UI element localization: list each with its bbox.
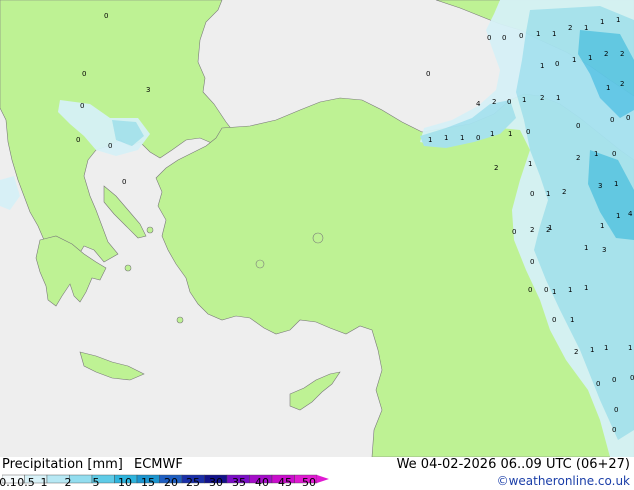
precip-point-value: 2 xyxy=(568,24,572,32)
precip-point-value: 0 xyxy=(630,374,634,382)
precip-point-value: 2 xyxy=(540,94,544,102)
scale-label: 30 xyxy=(209,476,223,489)
precip-point-value: 0 xyxy=(512,228,516,236)
precip-point-value: 1 xyxy=(460,134,464,142)
precip-point-value: 1 xyxy=(540,62,544,70)
precip-point-value: 0 xyxy=(626,114,630,122)
precip-point-value: 1 xyxy=(522,96,526,104)
precip-point-value: 0 xyxy=(80,102,84,110)
precip-point-value: 1 xyxy=(536,30,540,38)
precip-point-value: 2 xyxy=(620,80,624,88)
precip-point-value: 0 xyxy=(544,286,548,294)
precip-point-value: 0 xyxy=(502,34,506,42)
precip-point-value: 1 xyxy=(628,344,632,352)
precip-point-value: 0 xyxy=(476,134,480,142)
precip-point-value: 0 xyxy=(528,286,532,294)
precip-point-value: 1 xyxy=(546,190,550,198)
precip-point-value: 2 xyxy=(574,348,578,356)
precip-point-value: 1 xyxy=(570,316,574,324)
precip-point-value: 0 xyxy=(122,178,126,186)
precip-point-value: 2 xyxy=(530,226,534,234)
land-island xyxy=(255,259,265,269)
precip-point-value: 0 xyxy=(596,380,600,388)
precip-point-value: 3 xyxy=(598,182,602,190)
precip-point-value: 1 xyxy=(552,30,556,38)
precip-point-value: 2 xyxy=(546,226,550,234)
precip-point-value: 1 xyxy=(568,286,572,294)
precip-point-value: 1 xyxy=(444,134,448,142)
precip-point-value: 1 xyxy=(490,130,494,138)
precip-point-value: 0 xyxy=(487,34,491,42)
precip-point-value: 0 xyxy=(576,122,580,130)
precip-point-value: 4 xyxy=(628,210,633,218)
precip-point-value: 1 xyxy=(614,180,618,188)
land-island xyxy=(176,316,184,324)
precip-point-value: 0 xyxy=(614,406,618,414)
precip-point-value: 1 xyxy=(590,346,594,354)
scale-label: 0.5 xyxy=(17,476,35,489)
precip-point-value: 0 xyxy=(530,190,534,198)
precip-point-value: 1 xyxy=(556,94,560,102)
precip-point-value: 1 xyxy=(604,344,608,352)
land-island xyxy=(312,232,324,244)
precip-point-value: 2 xyxy=(620,50,624,58)
scale-label: 45 xyxy=(278,476,292,489)
scale-label: 25 xyxy=(186,476,200,489)
precip-point-value: 0 xyxy=(426,70,430,78)
scale-label: 50 xyxy=(302,476,316,489)
precip-point-value: 1 xyxy=(584,284,588,292)
precip-point-value: 3 xyxy=(602,246,606,254)
precip-point-value: 1 xyxy=(594,150,598,158)
precip-point-value: 2 xyxy=(562,188,566,196)
land-island xyxy=(146,226,154,234)
precip-point-value: 1 xyxy=(572,56,576,64)
precip-point-value: 4 xyxy=(476,100,481,108)
precip-point-value: 1 xyxy=(600,222,604,230)
footer: Precipitation [mm] ECMWF We 04-02-2026 0… xyxy=(0,457,634,490)
precip-point-value: 2 xyxy=(576,154,580,162)
scale-label: 5 xyxy=(92,476,100,489)
precip-point-value: 2 xyxy=(492,98,496,106)
precip-point-value: 1 xyxy=(616,212,620,220)
land-island xyxy=(124,264,132,272)
precip-point-value: 1 xyxy=(428,136,432,144)
precip-point-value: 0 xyxy=(104,12,108,20)
scale-label: 2 xyxy=(64,476,72,489)
scale-label: 10 xyxy=(118,476,132,489)
precip-point-value: 0 xyxy=(526,128,530,136)
precip-point-value: 0 xyxy=(612,376,616,384)
precip-point-value: 0 xyxy=(108,142,112,150)
scale-label: 0.1 xyxy=(0,476,17,489)
precip-point-value: 1 xyxy=(528,160,532,168)
precip-point-value: 0 xyxy=(530,258,534,266)
scale-label: 15 xyxy=(141,476,155,489)
scale-label: 35 xyxy=(232,476,246,489)
precip-point-value: 1 xyxy=(584,244,588,252)
precip-point-value: 0 xyxy=(76,136,80,144)
precip-point-value: 1 xyxy=(600,18,604,26)
precip-point-value: 0 xyxy=(507,98,511,106)
precip-point-value: 0 xyxy=(82,70,86,78)
scale-label: 20 xyxy=(164,476,178,489)
precip-point-value: 3 xyxy=(146,86,150,94)
precip-point-value: 0 xyxy=(612,426,616,434)
precip-point-value: 0 xyxy=(519,32,523,40)
precip-point-value: 0 xyxy=(612,150,616,158)
precip-point-value: 1 xyxy=(606,84,610,92)
precip-point-value: 0 xyxy=(610,116,614,124)
color-scale-labels: 0.1 0.5 1 2 5 10 15 20 25 30 35 40 45 50 xyxy=(0,457,634,490)
precip-point-value: 2 xyxy=(604,50,608,58)
scale-label: 1 xyxy=(40,476,48,489)
precipitation-map: 0 0 0 0 0 0 1 1 2 1 1 1 1 0 1 1 2 2 1 2 4 2 0 1 2 1 0 0 0 3 0 1 1 1 0 1 1 0 0 0… xyxy=(0,0,634,457)
precip-point-value: 0 xyxy=(555,60,559,68)
precip-point-value: 1 xyxy=(508,130,512,138)
precip-point-value: 1 xyxy=(588,54,592,62)
scale-label: 40 xyxy=(255,476,269,489)
precip-point-value: 1 xyxy=(552,288,556,296)
precip-point-value: 1 xyxy=(616,16,620,24)
precip-point-value: 2 xyxy=(494,164,498,172)
precip-point-value: 1 xyxy=(584,24,588,32)
precip-point-value: 0 xyxy=(552,316,556,324)
